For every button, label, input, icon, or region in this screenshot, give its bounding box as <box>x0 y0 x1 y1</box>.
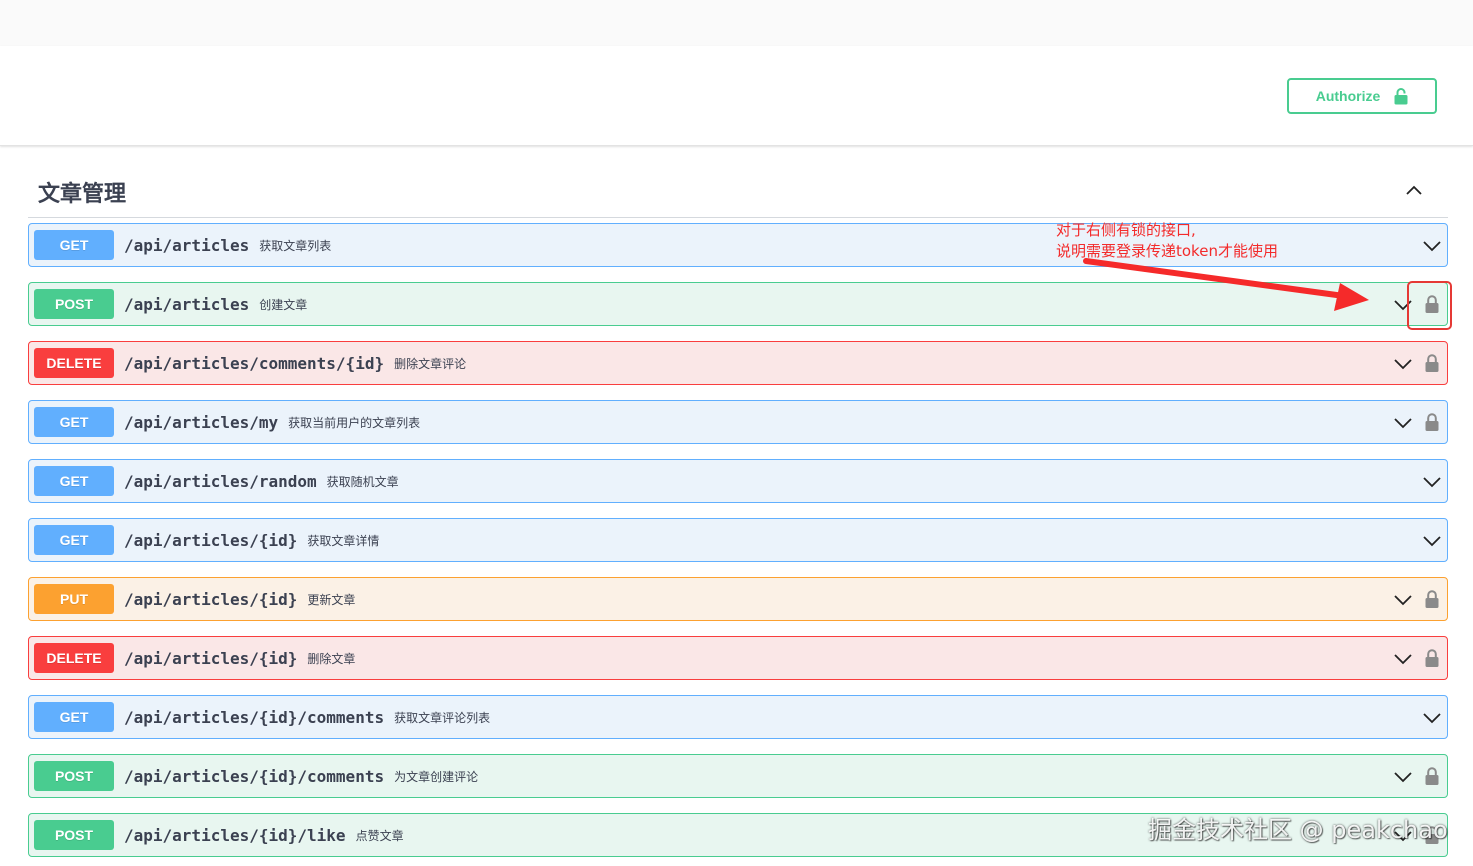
operation-row[interactable]: DELETE/api/articles/comments/{id} 删除文章评论 <box>28 341 1448 385</box>
chevron-down-icon[interactable] <box>1422 531 1442 551</box>
watermark: 掘金技术社区 @ peakchao <box>1148 816 1448 844</box>
operation-path: /api/articles/{id} <box>124 589 298 609</box>
method-badge: POST <box>34 289 114 319</box>
method-badge: GET <box>34 702 114 732</box>
authorize-label: Authorize <box>1315 88 1381 104</box>
operation-summary: 获取当前用户的文章列表 <box>288 415 421 430</box>
chevron-up-icon[interactable] <box>1404 180 1424 200</box>
operation-row[interactable]: POST/api/articles 创建文章 <box>28 282 1448 326</box>
operation-summary: 删除文章评论 <box>394 356 467 371</box>
operation-summary: 为文章创建评论 <box>394 769 479 784</box>
lock-highlight-box <box>1407 281 1452 330</box>
chevron-down-icon[interactable] <box>1422 708 1442 728</box>
operation-path: /api/articles/{id}/like <box>124 825 346 845</box>
scheme-container <box>0 46 1473 146</box>
operation-summary: 更新文章 <box>307 592 356 607</box>
lock-icon[interactable] <box>1425 353 1439 373</box>
lock-icon[interactable] <box>1425 766 1439 786</box>
operation-row[interactable]: PUT/api/articles/{id} 更新文章 <box>28 577 1448 621</box>
chevron-down-icon[interactable] <box>1393 649 1413 669</box>
annotation-line-1: 对于右侧有锁的接口, <box>1056 221 1196 239</box>
operation-row[interactable]: GET/api/articles/{id} 获取文章详情 <box>28 518 1448 562</box>
method-badge: GET <box>34 407 114 437</box>
operation-summary: 获取文章详情 <box>307 533 380 548</box>
top-bar <box>0 0 1473 46</box>
operation-summary: 删除文章 <box>307 651 356 666</box>
operation-summary: 获取随机文章 <box>326 474 399 489</box>
method-badge: GET <box>34 230 114 260</box>
operation-path: /api/articles/comments/{id} <box>124 353 385 373</box>
method-badge: PUT <box>34 584 114 614</box>
tag-section-header[interactable]: 文章管理 <box>28 162 1448 218</box>
operation-summary: 获取文章列表 <box>259 238 332 253</box>
operation-path: /api/articles/{id} <box>124 648 298 668</box>
lock-icon[interactable] <box>1425 412 1439 432</box>
operation-row[interactable]: GET/api/articles/random 获取随机文章 <box>28 459 1448 503</box>
chevron-down-icon[interactable] <box>1393 413 1413 433</box>
lock-icon[interactable] <box>1425 589 1439 609</box>
operation-path: /api/articles/{id}/comments <box>124 707 385 727</box>
operation-path: /api/articles/my <box>124 412 279 432</box>
chevron-down-icon[interactable] <box>1393 354 1413 374</box>
method-badge: POST <box>34 761 114 791</box>
operation-path: /api/articles/random <box>124 471 317 491</box>
operation-summary: 获取文章评论列表 <box>394 710 491 725</box>
lock-icon <box>1394 87 1408 105</box>
chevron-down-icon[interactable] <box>1393 590 1413 610</box>
operation-row[interactable]: GET/api/articles/{id}/comments 获取文章评论列表 <box>28 695 1448 739</box>
operation-row[interactable]: DELETE/api/articles/{id} 删除文章 <box>28 636 1448 680</box>
operation-path: /api/articles/{id} <box>124 530 298 550</box>
annotation-line-2: 说明需要登录传递token才能使用 <box>1056 242 1278 260</box>
method-badge: POST <box>34 820 114 850</box>
operation-row[interactable]: POST/api/articles/{id}/comments 为文章创建评论 <box>28 754 1448 798</box>
method-badge: GET <box>34 525 114 555</box>
chevron-down-icon[interactable] <box>1393 767 1413 787</box>
operation-path: /api/articles/{id}/comments <box>124 766 385 786</box>
method-badge: GET <box>34 466 114 496</box>
operation-row[interactable]: GET/api/articles/my 获取当前用户的文章列表 <box>28 400 1448 444</box>
method-badge: DELETE <box>34 643 114 673</box>
method-badge: DELETE <box>34 348 114 378</box>
annotation-text: 对于右侧有锁的接口, 说明需要登录传递token才能使用 <box>1056 220 1278 262</box>
tag-title: 文章管理 <box>38 182 127 207</box>
operation-summary: 创建文章 <box>259 297 308 312</box>
lock-icon[interactable] <box>1425 648 1439 668</box>
authorize-button[interactable]: Authorize <box>1287 78 1437 114</box>
operation-path: /api/articles <box>124 235 250 255</box>
operation-path: /api/articles <box>124 294 250 314</box>
chevron-down-icon[interactable] <box>1422 472 1442 492</box>
chevron-down-icon[interactable] <box>1422 236 1442 256</box>
operation-summary: 点赞文章 <box>355 828 404 843</box>
